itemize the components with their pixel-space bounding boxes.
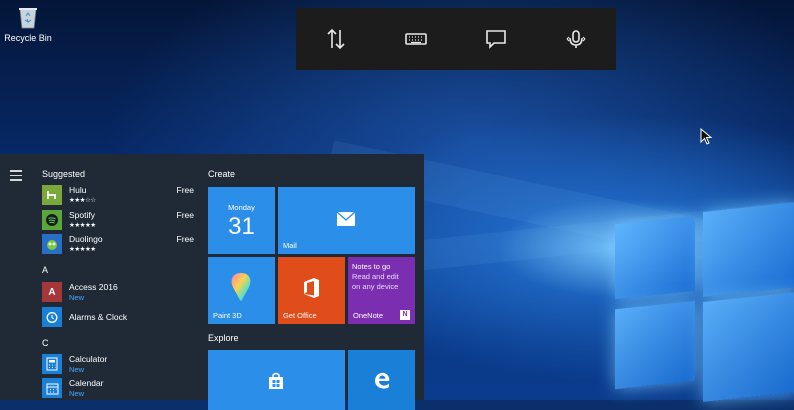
keyboard-button[interactable] — [396, 19, 436, 59]
app-alarms-clock[interactable]: Alarms & Clock — [42, 307, 194, 329]
floating-toolbar — [296, 8, 616, 70]
chat-icon — [486, 30, 506, 49]
chat-button[interactable] — [476, 19, 516, 59]
calendar-tile[interactable]: Monday 31 — [208, 187, 275, 254]
office-icon — [304, 278, 319, 298]
calculator-icon — [42, 354, 62, 374]
microphone-icon — [566, 30, 586, 48]
create-header[interactable]: Create — [208, 169, 235, 179]
start-menu: Suggested Hulu ★★★☆☆ Free Spotify ★★★★★ … — [0, 154, 424, 410]
app-access-2016[interactable]: A Access 2016 New — [42, 282, 194, 304]
duolingo-icon — [42, 234, 62, 254]
suggested-header: Suggested — [42, 169, 86, 179]
onenote-tagline: Notes to go — [352, 262, 391, 271]
onenote-tile[interactable]: Notes to go Read and edit on any device … — [348, 257, 415, 324]
alarm-clock-icon — [42, 307, 62, 327]
app-calculator[interactable]: Calculator New — [42, 354, 194, 376]
windows-logo-graphic — [585, 202, 794, 405]
suggested-app-duolingo[interactable]: Duolingo ★★★★★ Free — [42, 234, 194, 256]
mail-tile[interactable]: Mail — [278, 187, 415, 254]
hulu-icon — [42, 185, 62, 205]
onenote-icon: N — [400, 310, 410, 320]
paint3d-tile[interactable]: Paint 3D — [208, 257, 275, 324]
calendar-icon — [42, 378, 62, 398]
suggested-app-spotify[interactable]: Spotify ★★★★★ Free — [42, 210, 194, 232]
explore-header[interactable]: Explore — [208, 333, 239, 343]
recycle-bin-icon — [17, 3, 39, 29]
voice-button[interactable] — [556, 19, 596, 59]
edge-tile[interactable] — [348, 350, 415, 410]
store-tile[interactable] — [208, 350, 345, 410]
group-letter-c[interactable]: C — [42, 338, 49, 348]
transfer-button[interactable] — [316, 19, 356, 59]
menu-icon[interactable] — [10, 170, 22, 184]
get-office-tile[interactable]: Get Office — [278, 257, 345, 324]
paint3d-icon — [231, 273, 251, 301]
group-letter-a[interactable]: A — [42, 265, 48, 275]
recycle-bin-label: Recycle Bin — [4, 33, 52, 43]
mouse-cursor-icon — [700, 128, 713, 145]
recycle-bin[interactable]: Recycle Bin — [2, 3, 54, 43]
mail-icon — [336, 211, 356, 226]
store-icon — [269, 372, 283, 389]
transfer-arrows-icon — [327, 28, 345, 50]
suggested-app-hulu[interactable]: Hulu ★★★☆☆ Free — [42, 185, 194, 207]
spotify-icon — [42, 210, 62, 230]
access-icon: A — [42, 282, 62, 302]
keyboard-icon — [405, 33, 427, 45]
edge-icon — [375, 372, 390, 389]
app-calendar[interactable]: Calendar New — [42, 378, 194, 400]
